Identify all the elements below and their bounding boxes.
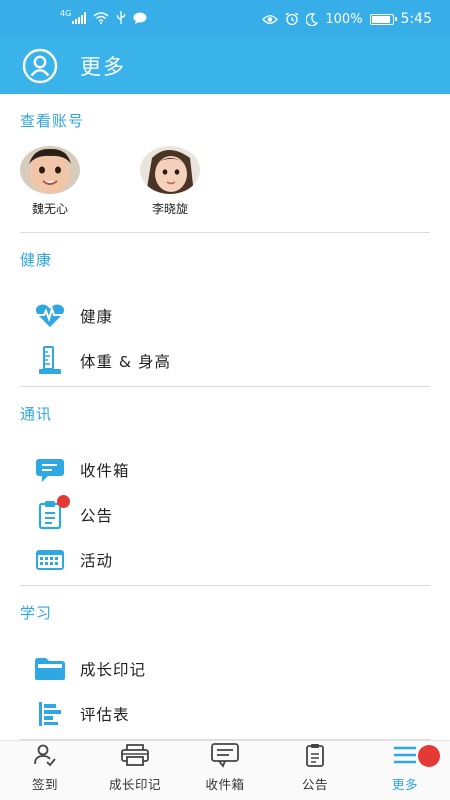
clock: 5:45 xyxy=(400,11,432,27)
clipboard-icon xyxy=(34,494,70,531)
network-label: 4G xyxy=(60,9,72,18)
section-title-comm: 通讯 xyxy=(20,405,53,423)
section-title-study: 学习 xyxy=(20,604,53,622)
nav-growth[interactable]: 成长印记 xyxy=(90,741,180,800)
menu-item-weight-height[interactable]: 体重 & 身高 xyxy=(0,338,450,383)
notice-badge xyxy=(57,494,70,508)
menu-item-assessment[interactable]: 评估表 xyxy=(0,691,450,736)
child-avatar-1 xyxy=(20,146,80,194)
nav-label: 成长印记 xyxy=(108,777,161,792)
calendar-icon xyxy=(34,544,66,576)
bar-list-icon xyxy=(34,698,66,730)
menu-icon xyxy=(392,742,418,768)
checkin-icon xyxy=(33,742,57,768)
menu-item-health[interactable]: 健康 xyxy=(0,293,450,338)
clipboard-icon xyxy=(305,742,325,768)
menu-item-notice[interactable]: 公告 xyxy=(0,492,450,537)
menu-item-label: 活动 xyxy=(80,551,114,570)
heartbeat-icon xyxy=(34,300,66,332)
section-title-health: 健康 xyxy=(20,251,53,269)
status-right: 100% 5:45 xyxy=(262,11,432,27)
nav-notice[interactable]: 公告 xyxy=(270,741,360,800)
ruler-icon xyxy=(34,345,66,377)
battery-icon xyxy=(369,13,397,25)
nav-checkin[interactable]: 签到 xyxy=(0,741,90,800)
menu-item-growth[interactable]: 成长印记 xyxy=(0,646,450,691)
alarm-icon xyxy=(285,12,299,26)
battery-percent: 100% xyxy=(325,11,363,27)
menu-item-label: 健康 xyxy=(80,307,114,326)
menu-item-label: 公告 xyxy=(80,506,114,525)
nav-label: 公告 xyxy=(301,777,328,792)
bottom-nav: 签到 成长印记 收件箱 公告 更多 xyxy=(0,740,450,800)
menu-item-label: 体重 & 身高 xyxy=(80,352,171,371)
usb-icon xyxy=(117,11,126,24)
nav-label: 签到 xyxy=(31,777,58,792)
menu-item-label: 成长印记 xyxy=(80,660,147,679)
account-list: 魏无心 李晓旋 xyxy=(0,146,450,232)
child-avatar-2 xyxy=(140,146,200,194)
menu-item-inbox[interactable]: 收件箱 xyxy=(0,447,450,492)
user-avatar-icon[interactable] xyxy=(22,48,58,84)
moon-icon xyxy=(306,12,319,26)
message-icon xyxy=(34,454,66,486)
child-name-1: 魏无心 xyxy=(31,202,68,216)
message-icon xyxy=(210,742,240,768)
chat-icon xyxy=(133,12,147,24)
nav-inbox[interactable]: 收件箱 xyxy=(180,741,270,800)
menu-item-activity[interactable]: 活动 xyxy=(0,537,450,582)
signal-icon xyxy=(72,11,87,24)
page-title: 更多 xyxy=(80,55,126,79)
nav-label: 收件箱 xyxy=(205,777,245,792)
account-child-2[interactable]: 李晓旋 xyxy=(120,146,220,232)
wifi-icon xyxy=(93,11,109,24)
menu-item-label: 评估表 xyxy=(80,705,130,724)
menu-item-label: 收件箱 xyxy=(80,461,130,480)
account-child-1[interactable]: 魏无心 xyxy=(20,146,80,232)
nav-label: 更多 xyxy=(391,777,418,792)
status-bar: 4G 100% 5:45 xyxy=(0,0,450,38)
printer-icon xyxy=(120,742,150,768)
section-title-accounts: 查看账号 xyxy=(20,112,85,130)
nav-more[interactable]: 更多 xyxy=(360,741,450,800)
folder-icon xyxy=(34,653,66,685)
more-badge xyxy=(418,745,440,767)
status-left: 4G xyxy=(60,9,147,24)
child-name-2: 李晓旋 xyxy=(151,202,188,216)
main-content: 查看账号 魏无心 李晓旋 健康 健康 体重 & 身高 通讯 收件箱 公告 活动 … xyxy=(0,94,450,740)
eye-icon xyxy=(262,14,279,24)
app-header: 更多 xyxy=(0,38,450,94)
